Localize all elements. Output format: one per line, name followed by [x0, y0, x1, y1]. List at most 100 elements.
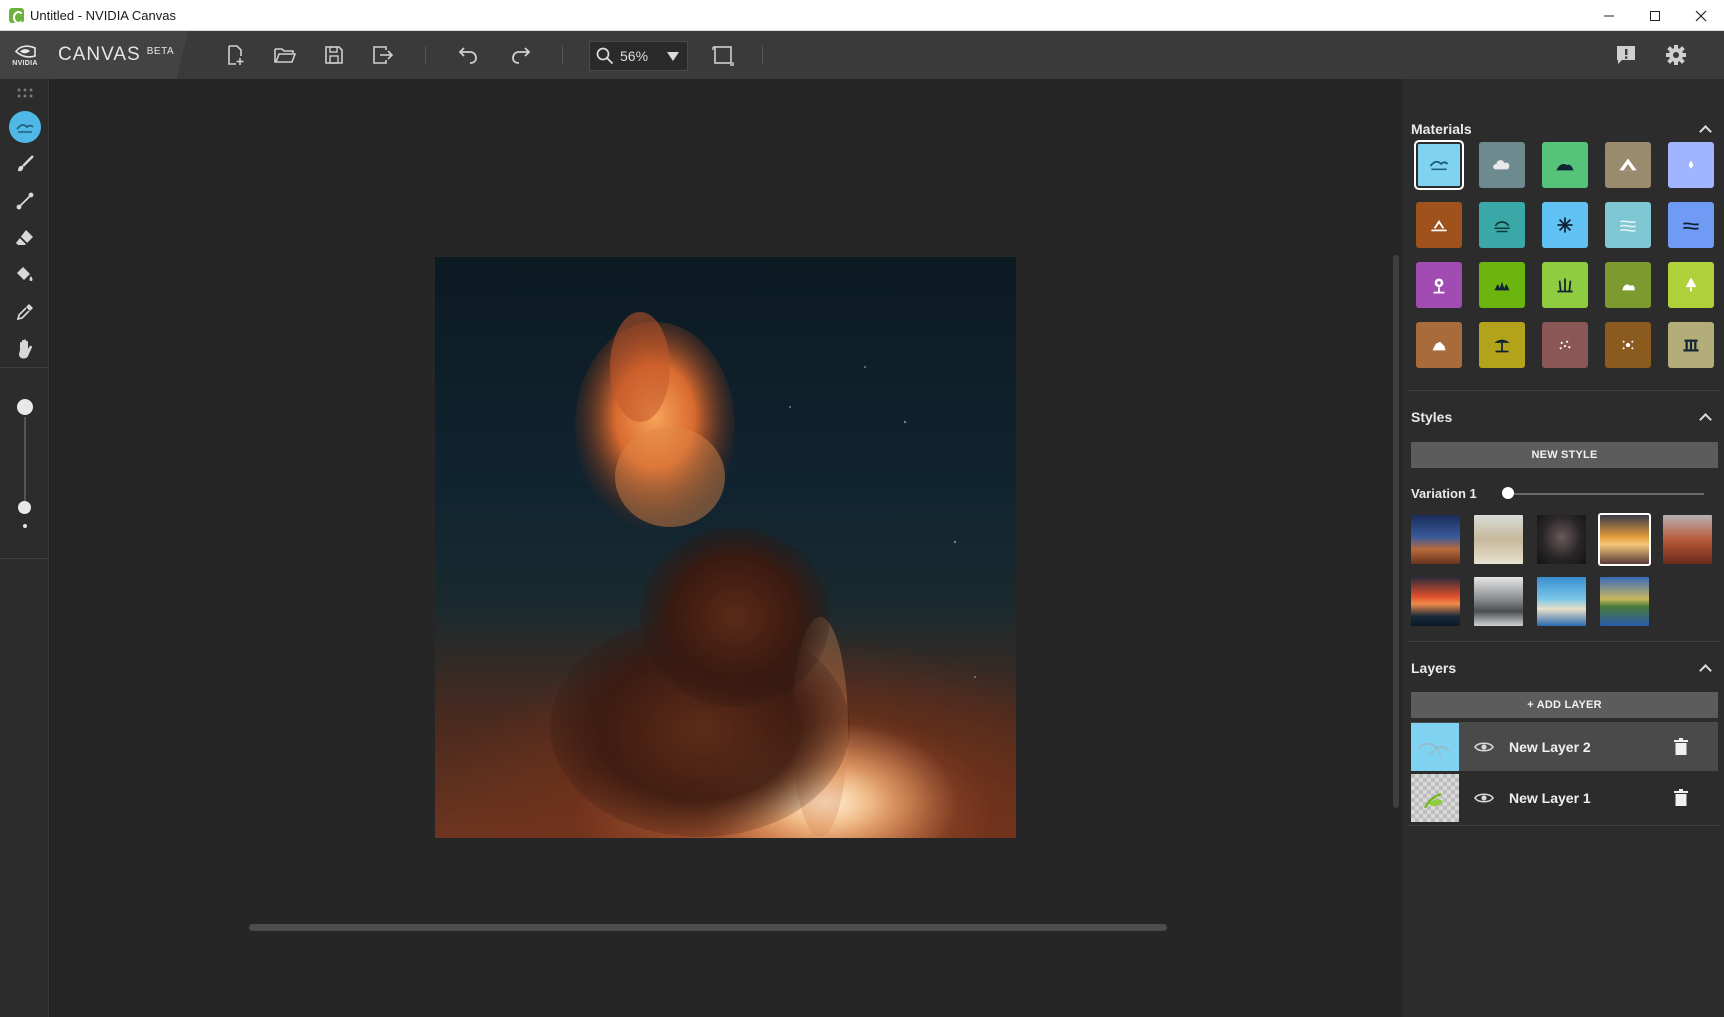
- zoom-dropdown-arrow-icon[interactable]: [667, 51, 679, 61]
- style-thumb-starry-arch[interactable]: [1537, 515, 1586, 564]
- material-tall-grass[interactable]: [1542, 262, 1588, 308]
- chevron-up-icon[interactable]: [1699, 125, 1712, 138]
- feedback-button[interactable]: [1610, 39, 1642, 71]
- add-layer-button[interactable]: + ADD LAYER: [1411, 692, 1718, 718]
- eyedropper-tool[interactable]: [9, 296, 41, 328]
- toolbar-divider: [425, 46, 426, 64]
- pan-tool[interactable]: [9, 333, 41, 365]
- fill-tool[interactable]: [9, 259, 41, 291]
- material-flower[interactable]: [1416, 262, 1462, 308]
- fit-to-screen-icon: [712, 46, 734, 66]
- rock-icon: [1432, 341, 1446, 351]
- material-building[interactable]: [1668, 322, 1714, 368]
- material-palm[interactable]: [1479, 322, 1525, 368]
- app-toolbar: NVIDIA CANVAS BETA 56%: [0, 31, 1724, 79]
- vertical-scrollbar-thumb[interactable]: [1393, 255, 1399, 808]
- new-file-button[interactable]: [219, 39, 251, 71]
- open-file-button[interactable]: [269, 39, 301, 71]
- layers-header[interactable]: Layers: [1411, 656, 1716, 680]
- variation-slider-handle[interactable]: [1502, 487, 1514, 499]
- material-sea[interactable]: [1668, 202, 1714, 248]
- fog-icon: [1494, 221, 1510, 233]
- zoom-control[interactable]: 56%: [589, 41, 688, 71]
- brush-size-slider[interactable]: [24, 417, 26, 505]
- section-divider: [1408, 390, 1720, 391]
- material-hill[interactable]: [1542, 142, 1588, 188]
- nvidia-logo: NVIDIA: [10, 44, 40, 67]
- cloud-icon: [1493, 160, 1510, 170]
- tree-icon: [1685, 277, 1697, 292]
- material-brush-tool[interactable]: [9, 111, 41, 143]
- variation-slider[interactable]: [1507, 493, 1704, 495]
- line-tool[interactable]: [9, 185, 41, 217]
- styles-header[interactable]: Styles: [1411, 405, 1716, 429]
- brand: NVIDIA CANVAS BETA: [0, 31, 188, 79]
- style-thumb-foggy-peaks[interactable]: [1474, 577, 1523, 626]
- tool-divider: [0, 558, 48, 559]
- style-thumb-desert-night[interactable]: [1411, 515, 1460, 564]
- brush-tool[interactable]: [9, 148, 41, 180]
- style-thumb-ocean-sunset[interactable]: [1411, 577, 1460, 626]
- generated-image-canvas[interactable]: [435, 257, 1016, 838]
- material-snow[interactable]: [1542, 202, 1588, 248]
- materials-header[interactable]: Materials: [1411, 117, 1716, 141]
- layer-thumbnail: [1411, 773, 1459, 822]
- horizontal-scrollbar[interactable]: [249, 924, 1167, 931]
- save-icon: [325, 46, 343, 64]
- style-thumb-sunset-clouds[interactable]: [1598, 513, 1651, 566]
- layer-thumbnail: [1411, 722, 1459, 771]
- material-grass[interactable]: [1479, 262, 1525, 308]
- material-tree[interactable]: [1668, 262, 1714, 308]
- material-rock[interactable]: [1416, 322, 1462, 368]
- layer-row[interactable]: New Layer 2: [1411, 722, 1718, 771]
- fit-to-screen-button[interactable]: [707, 39, 739, 71]
- layer-visibility-toggle[interactable]: [1473, 787, 1495, 809]
- style-thumb-red-cliffs[interactable]: [1663, 515, 1712, 564]
- material-cloud[interactable]: [1479, 142, 1525, 188]
- layer-visibility-toggle[interactable]: [1473, 736, 1495, 758]
- undo-button[interactable]: [451, 39, 483, 71]
- material-dirt[interactable]: [1416, 202, 1462, 248]
- brush-size-slider-handle[interactable]: [18, 501, 31, 514]
- style-thumb-tropical-coast[interactable]: [1537, 577, 1586, 626]
- delete-layer-button[interactable]: [1672, 788, 1690, 808]
- style-thumb-lake-reflection[interactable]: [1600, 577, 1649, 626]
- brush-size-min-indicator: [23, 524, 27, 528]
- material-gravel[interactable]: [1542, 322, 1588, 368]
- canvas-workspace[interactable]: [50, 79, 1402, 1017]
- eraser-tool[interactable]: [9, 222, 41, 254]
- style-thumb-snowy-rocks[interactable]: [1474, 515, 1523, 564]
- maximize-button[interactable]: [1632, 0, 1678, 31]
- material-bush[interactable]: [1605, 262, 1651, 308]
- material-sand[interactable]: [1605, 322, 1651, 368]
- maximize-icon: [1650, 10, 1660, 21]
- layer-row[interactable]: New Layer 1: [1411, 773, 1718, 822]
- settings-button[interactable]: [1660, 39, 1692, 71]
- new-style-button[interactable]: NEW STYLE: [1411, 442, 1718, 468]
- delete-layer-button[interactable]: [1672, 737, 1690, 757]
- save-button[interactable]: [318, 39, 350, 71]
- material-fog[interactable]: [1479, 202, 1525, 248]
- tool-rail: [0, 79, 49, 1017]
- export-button[interactable]: [367, 39, 399, 71]
- eraser-icon: [16, 230, 33, 245]
- trash-icon: [1674, 789, 1688, 806]
- trash-icon: [1674, 738, 1688, 755]
- material-sky[interactable]: [1414, 140, 1464, 190]
- chevron-up-icon[interactable]: [1699, 413, 1712, 426]
- close-button[interactable]: [1678, 0, 1724, 31]
- nvidia-canvas-app-icon: [9, 7, 24, 24]
- material-water-drop[interactable]: [1668, 142, 1714, 188]
- chevron-up-icon[interactable]: [1699, 664, 1712, 677]
- sky-icon: [1429, 160, 1449, 171]
- bush-icon: [1622, 284, 1635, 291]
- redo-button[interactable]: [506, 39, 538, 71]
- drag-grip-icon[interactable]: [16, 87, 34, 99]
- material-river[interactable]: [1605, 202, 1651, 248]
- sand-icon: [1622, 340, 1634, 350]
- minimize-button[interactable]: [1586, 0, 1632, 31]
- nvidia-logo-text: NVIDIA: [12, 59, 38, 67]
- material-mountain[interactable]: [1605, 142, 1651, 188]
- materials-title: Materials: [1411, 121, 1472, 137]
- eye-icon: [1474, 741, 1494, 752]
